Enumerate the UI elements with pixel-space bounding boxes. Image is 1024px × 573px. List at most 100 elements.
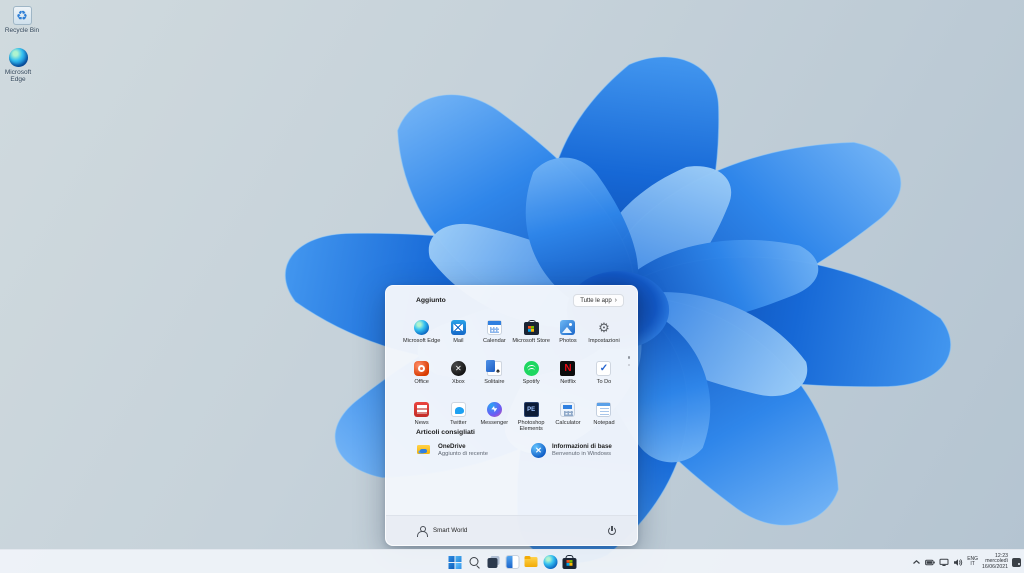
task-view-button[interactable] bbox=[484, 550, 503, 573]
desktop-icon-label: Recycle Bin bbox=[4, 27, 40, 34]
recommended-item-get-started[interactable]: Informazioni di base Benvenuto in Window… bbox=[531, 443, 641, 458]
language-indicator[interactable]: ENG IT bbox=[967, 556, 978, 568]
chevron-right-icon: › bbox=[614, 297, 617, 304]
network-icon[interactable] bbox=[939, 557, 949, 567]
pinned-app-label: Xbox bbox=[451, 378, 465, 385]
photos-icon bbox=[560, 320, 576, 335]
pinned-app-photos[interactable]: Photos bbox=[550, 317, 586, 354]
notifications-icon[interactable] bbox=[1012, 557, 1021, 567]
recommended-section-header: Articoli consigliati bbox=[416, 429, 475, 436]
twitter-icon bbox=[450, 402, 466, 417]
clock-date[interactable]: 12:23 mercoledì 16/06/2021 bbox=[982, 553, 1008, 571]
user-name: Smart World bbox=[433, 527, 468, 534]
pinned-app-solitaire[interactable]: Solitaire bbox=[476, 358, 512, 395]
pinned-app-to-do[interactable]: To Do bbox=[586, 358, 622, 395]
start-menu-footer: Smart World bbox=[386, 515, 637, 545]
microsoft-store-icon bbox=[523, 319, 539, 335]
recommended-title: Informazioni di base bbox=[552, 443, 612, 451]
store-taskbar-button[interactable] bbox=[560, 550, 579, 573]
search-button[interactable] bbox=[465, 550, 484, 573]
office-icon bbox=[414, 361, 430, 376]
pinned-app-label: Mail bbox=[453, 337, 464, 344]
desktop-icon-label: Microsoft Edge bbox=[4, 69, 32, 83]
user-avatar-icon bbox=[416, 525, 428, 537]
recycle-bin-icon bbox=[12, 6, 32, 25]
pinned-app-messenger[interactable]: Messenger bbox=[476, 399, 512, 436]
user-profile-button[interactable]: Smart World bbox=[416, 525, 468, 537]
battery-icon[interactable] bbox=[925, 557, 935, 567]
pinned-app-xbox[interactable]: Xbox bbox=[440, 358, 476, 395]
pinned-app-office[interactable]: Office bbox=[403, 358, 440, 395]
solitaire-icon bbox=[485, 360, 502, 376]
page-dot-active[interactable] bbox=[627, 356, 630, 359]
pinned-app-label: Notepad bbox=[593, 419, 615, 426]
recommended-subtitle: Aggiunto di recente bbox=[438, 450, 488, 457]
pinned-app-label: Microsoft Store bbox=[512, 337, 550, 344]
task-view-icon bbox=[486, 555, 500, 569]
pinned-app-photoshop-elements[interactable]: Photoshop Elements bbox=[512, 399, 550, 436]
pinned-app-label: Impostazioni bbox=[588, 337, 620, 344]
pinned-app-microsoft-edge[interactable]: Microsoft Edge bbox=[403, 317, 440, 354]
page-dot[interactable] bbox=[627, 363, 630, 366]
power-button[interactable] bbox=[607, 526, 617, 536]
recommended-subtitle: Benvenuto in Windows bbox=[552, 450, 611, 457]
microsoft-edge-icon bbox=[543, 555, 557, 569]
pinned-app-spotify[interactable]: Spotify bbox=[512, 358, 550, 395]
pinned-app-impostazioni[interactable]: Impostazioni bbox=[586, 317, 622, 354]
language-secondary: IT bbox=[970, 561, 975, 567]
microsoft-edge-icon bbox=[8, 48, 28, 67]
tray-chevron-up-icon[interactable] bbox=[911, 557, 921, 567]
xbox-icon bbox=[450, 361, 466, 376]
taskbar-center-icons bbox=[446, 550, 579, 573]
netflix-icon bbox=[560, 361, 576, 376]
widgets-button[interactable] bbox=[503, 550, 522, 573]
pinned-app-label: Photos bbox=[559, 337, 577, 344]
notepad-icon bbox=[596, 402, 612, 417]
mail-icon bbox=[450, 320, 466, 335]
search-icon bbox=[467, 555, 481, 569]
edge-taskbar-button[interactable] bbox=[541, 550, 560, 573]
desktop-icon-microsoft-edge[interactable]: Microsoft Edge bbox=[0, 48, 40, 83]
messenger-icon bbox=[486, 402, 502, 417]
pinned-app-calendar[interactable]: Calendar bbox=[476, 317, 512, 354]
pinned-app-label: Twitter bbox=[450, 419, 467, 426]
start-icon bbox=[448, 555, 462, 569]
pinned-section-header: Aggiunto bbox=[416, 297, 446, 304]
pinned-pagination bbox=[627, 356, 630, 366]
start-menu: Aggiunto Tutte le app › Microsoft Edge M… bbox=[385, 285, 638, 546]
pinned-app-netflix[interactable]: Netflix bbox=[550, 358, 586, 395]
pinned-app-label: Microsoft Edge bbox=[403, 337, 441, 344]
spotify-icon bbox=[523, 361, 539, 376]
todo-icon bbox=[596, 361, 612, 376]
pinned-app-label: Photoshop Elements bbox=[517, 419, 545, 432]
onedrive-icon bbox=[416, 443, 432, 457]
photoshop-elements-icon bbox=[523, 402, 539, 417]
recommended-item-onedrive[interactable]: OneDrive Aggiunto di recente bbox=[416, 443, 526, 458]
news-icon bbox=[414, 402, 430, 417]
pinned-app-microsoft-store[interactable]: Microsoft Store bbox=[512, 317, 550, 354]
desktop-icon-recycle-bin[interactable]: Recycle Bin bbox=[0, 6, 44, 34]
calendar-icon bbox=[486, 320, 502, 335]
pinned-app-label: Calculator bbox=[555, 419, 581, 426]
pinned-app-calculator[interactable]: Calculator bbox=[550, 399, 586, 436]
volume-icon[interactable] bbox=[953, 557, 963, 567]
calculator-icon bbox=[560, 402, 576, 417]
all-apps-label: Tutte le app bbox=[580, 297, 612, 304]
widgets-icon bbox=[505, 555, 519, 569]
recommended-title: OneDrive bbox=[438, 443, 466, 450]
tray-date: 16/06/2021 bbox=[982, 563, 1008, 570]
pinned-app-notepad[interactable]: Notepad bbox=[586, 399, 622, 436]
file-explorer-icon bbox=[524, 555, 538, 569]
settings-gear-icon bbox=[596, 320, 611, 335]
pinned-apps-grid: Microsoft Edge Mail Calendar Microsoft S… bbox=[403, 317, 622, 436]
system-tray: ENG IT 12:23 mercoledì 16/06/2021 bbox=[911, 550, 1021, 573]
pinned-app-label: To Do bbox=[596, 378, 612, 385]
start-button[interactable] bbox=[446, 550, 465, 573]
taskbar: ENG IT 12:23 mercoledì 16/06/2021 bbox=[0, 549, 1024, 573]
all-apps-button[interactable]: Tutte le app › bbox=[573, 294, 624, 307]
pinned-app-label: Messenger bbox=[480, 419, 509, 426]
pinned-app-label: Netflix bbox=[560, 378, 576, 385]
file-explorer-button[interactable] bbox=[522, 550, 541, 573]
pinned-app-label: Office bbox=[414, 378, 429, 385]
pinned-app-mail[interactable]: Mail bbox=[440, 317, 476, 354]
